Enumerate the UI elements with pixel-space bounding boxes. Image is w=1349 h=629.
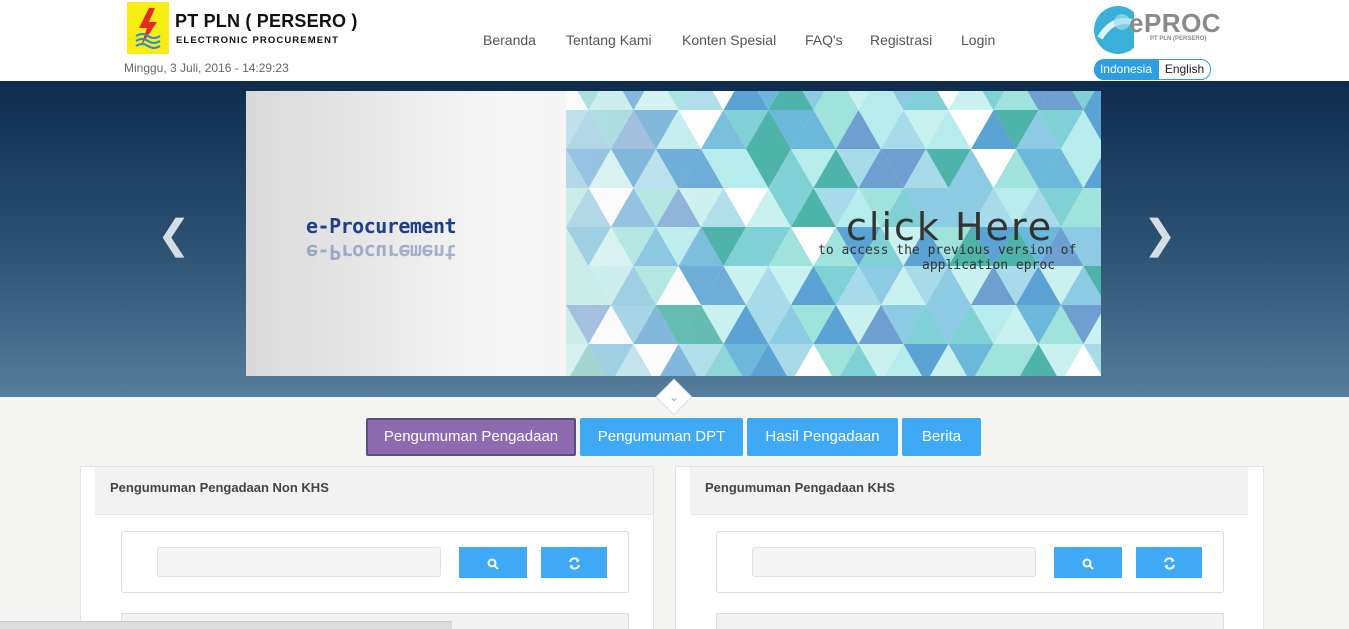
panel-title: Pengumuman Pengadaan KHS bbox=[705, 480, 895, 495]
tab-pengumuman-pengadaan[interactable]: Pengumuman Pengadaan bbox=[366, 418, 576, 456]
chevron-down-icon[interactable]: ⌄ bbox=[664, 386, 684, 406]
refresh-icon bbox=[1163, 557, 1175, 570]
nav-beranda[interactable]: Beranda bbox=[483, 32, 536, 48]
tab-pengumuman-dpt[interactable]: Pengumuman DPT bbox=[580, 418, 743, 456]
refresh-button[interactable] bbox=[541, 547, 607, 578]
search-box bbox=[716, 531, 1224, 593]
header: PT PLN ( PERSERO ) ELECTRONIC PROCUREMEN… bbox=[0, 0, 1349, 81]
lang-indonesia-button[interactable]: Indonesia bbox=[1094, 59, 1158, 80]
eproc-globe-icon bbox=[1094, 6, 1134, 54]
brand-subtitle: ELECTRONIC PROCUREMENT bbox=[176, 35, 340, 46]
carousel-prev-icon[interactable]: ❮ bbox=[157, 215, 191, 255]
panel-khs: Pengumuman Pengadaan KHS bbox=[675, 466, 1264, 629]
search-icon bbox=[1082, 558, 1094, 570]
refresh-icon bbox=[568, 557, 580, 570]
nav-registrasi[interactable]: Registrasi bbox=[870, 32, 932, 48]
brand-title: PT PLN ( PERSERO ) bbox=[175, 11, 358, 31]
carousel-next-icon[interactable]: ❯ bbox=[1143, 215, 1177, 255]
tab-berita[interactable]: Berita bbox=[902, 418, 981, 456]
browser-status-bar bbox=[0, 621, 452, 629]
panel-header: Pengumuman Pengadaan Non KHS bbox=[95, 467, 653, 515]
eprocurement-logo-text: e-Procurement bbox=[306, 214, 457, 238]
panel-title: Pengumuman Pengadaan Non KHS bbox=[110, 480, 329, 495]
search-input[interactable] bbox=[752, 547, 1036, 577]
search-button[interactable] bbox=[1054, 547, 1122, 578]
list-header bbox=[716, 613, 1224, 629]
search-box bbox=[121, 531, 629, 593]
eprocurement-logo-reflection: e-Procurement bbox=[306, 240, 457, 264]
datetime: Minggu, 3 Juli, 2016 - 14:29:23 bbox=[124, 61, 289, 75]
tab-hasil-pengadaan[interactable]: Hasil Pengadaan bbox=[747, 418, 898, 456]
lang-english-button[interactable]: English bbox=[1158, 59, 1211, 80]
search-input[interactable] bbox=[157, 547, 441, 577]
carousel-slide[interactable]: e-Procurement e-Procurement click Here t… bbox=[246, 91, 1101, 376]
search-icon bbox=[487, 558, 499, 570]
search-button[interactable] bbox=[459, 547, 527, 578]
click-here-subtitle-1: to access the previous version of bbox=[818, 243, 1077, 258]
panel-header: Pengumuman Pengadaan KHS bbox=[690, 467, 1248, 515]
panel-non-khs: Pengumuman Pengadaan Non KHS bbox=[80, 466, 654, 629]
pln-logo-icon[interactable] bbox=[127, 2, 169, 54]
nav-login[interactable]: Login bbox=[961, 32, 995, 48]
nav-faq[interactable]: FAQ's bbox=[805, 32, 843, 48]
nav-konten-spesial[interactable]: Konten Spesial bbox=[682, 32, 776, 48]
hero-banner: e-Procurement e-Procurement click Here t… bbox=[0, 81, 1349, 397]
click-here-subtitle-2: application eproc bbox=[922, 258, 1056, 273]
nav-tentang-kami[interactable]: Tentang Kami bbox=[566, 32, 652, 48]
eproc-logo-sub: PT PLN (PERSERO) bbox=[1150, 36, 1207, 42]
eproc-logo-text: ePROC bbox=[1129, 8, 1222, 38]
refresh-button[interactable] bbox=[1136, 547, 1202, 578]
